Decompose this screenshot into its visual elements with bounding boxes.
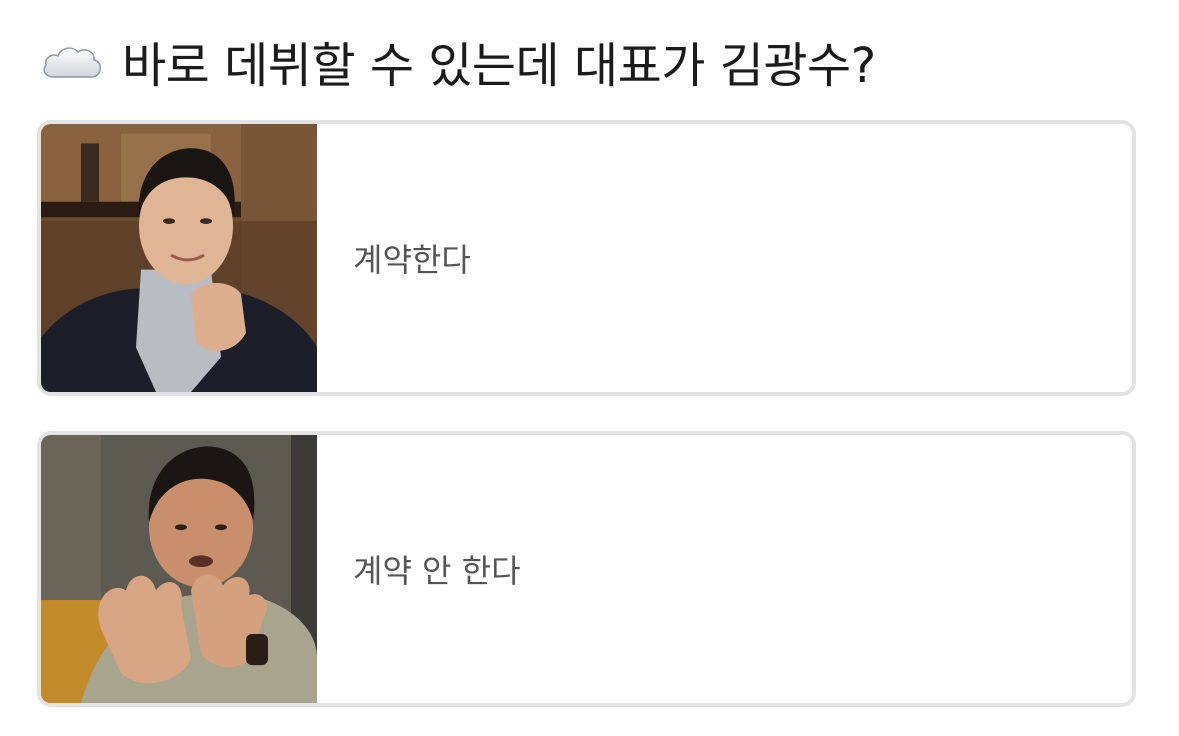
option-photo	[41, 435, 317, 703]
poll-question: 바로 데뷔할 수 있는데 대표가 김광수?	[40, 30, 876, 94]
question-title: 바로 데뷔할 수 있는데 대표가 김광수?	[122, 38, 876, 94]
option-photo	[41, 124, 317, 392]
cloud-icon	[40, 41, 104, 81]
poll-option-no-contract[interactable]: 계약 안 한다	[37, 431, 1136, 707]
option-label: 계약 안 한다	[353, 552, 521, 590]
option-label: 계약한다	[353, 241, 471, 279]
poll-option-contract[interactable]: 계약한다	[37, 120, 1136, 396]
